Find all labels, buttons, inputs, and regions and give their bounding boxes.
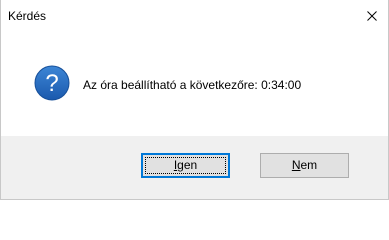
yes-label-rest: gen (177, 158, 198, 172)
close-icon (367, 10, 377, 21)
dialog-title: Kérdés (8, 9, 47, 23)
question-icon: ? (34, 65, 70, 101)
dialog-content: ? Az óra beállítható a következőre: 0:34… (1, 31, 388, 136)
no-button[interactable]: Nem (260, 153, 349, 178)
dialog-message: Az óra beállítható a következőre: 0:34:0… (83, 78, 302, 92)
no-button-label: Nem (292, 158, 317, 172)
dialog-footer: Igen Nem (1, 136, 388, 199)
yes-button[interactable]: Igen (141, 153, 230, 178)
question-dialog: Kérdés ? Az óra beállítható a következőr… (0, 0, 389, 200)
svg-text:?: ? (45, 70, 58, 97)
title-bar[interactable]: Kérdés (1, 0, 388, 31)
yes-button-label: Igen (174, 158, 197, 172)
no-mnemonic: N (291, 158, 301, 172)
close-button[interactable] (356, 0, 388, 31)
no-label-rest: em (300, 158, 318, 172)
